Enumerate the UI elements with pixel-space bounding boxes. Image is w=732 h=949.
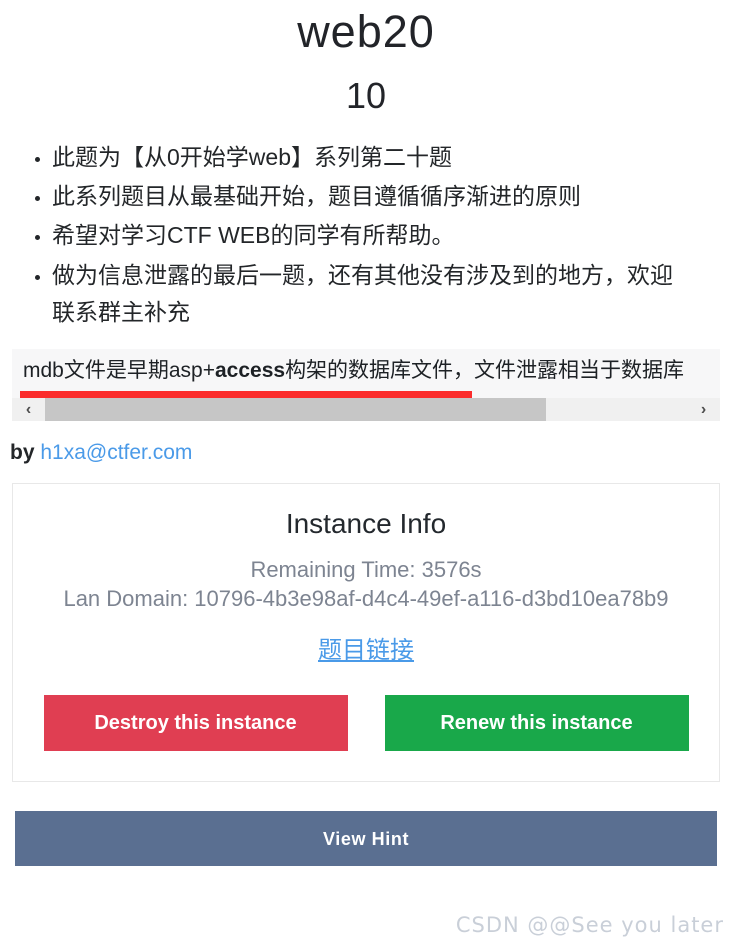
scrollbar-thumb[interactable]	[45, 398, 546, 422]
code-block-text: mdb文件是早期asp+access构架的数据库文件，文件泄露相当于数据库	[12, 349, 720, 393]
code-text-suffix: 构架的数据库文件，文件泄露相当于数据库	[285, 359, 685, 383]
renew-instance-button[interactable]: Renew this instance	[384, 694, 689, 751]
author-line: by h1xa@ctfer.com	[10, 441, 732, 465]
code-block[interactable]: mdb文件是早期asp+access构架的数据库文件，文件泄露相当于数据库 ‹ …	[12, 349, 720, 422]
challenge-page: web20 10 此题为【从0开始学web】系列第二十题 此系列题目从最基础开始…	[0, 0, 732, 949]
lan-domain-text: Lan Domain: 10796-4b3e98af-d4c4-49ef-a11…	[63, 586, 669, 612]
instance-info-heading: Instance Info	[285, 508, 447, 540]
csdn-watermark: CSDN @@See you later	[455, 913, 724, 937]
challenge-link[interactable]: 题目链接	[318, 637, 414, 664]
author-email-link[interactable]: h1xa@ctfer.com	[40, 441, 192, 464]
page-title: web20	[297, 6, 435, 57]
challenge-link-wrap: 题目链接	[29, 630, 703, 665]
scroll-right-arrow-icon[interactable]: ›	[687, 398, 720, 422]
list-item: 做为信息泄露的最后一题，还有其他没有涉及到的地方，欢迎联系群主补充	[52, 257, 692, 332]
list-item: 此题为【从0开始学web】系列第二十题	[52, 139, 692, 176]
list-item: 希望对学习CTF WEB的同学有所帮助。	[52, 217, 692, 254]
horizontal-scrollbar[interactable]: ‹ ›	[12, 398, 720, 422]
code-text-bold: access	[214, 359, 286, 383]
remaining-time-text: Remaining Time: 3576s	[250, 556, 482, 582]
destroy-instance-button[interactable]: Destroy this instance	[43, 694, 348, 751]
code-text-prefix: mdb文件是早期asp+	[23, 359, 215, 383]
challenge-description-list: 此题为【从0开始学web】系列第二十题 此系列题目从最基础开始，题目遵循循序渐进…	[0, 139, 732, 331]
instance-info-card: Instance Info Remaining Time: 3576s Lan …	[12, 483, 720, 782]
scroll-left-arrow-icon[interactable]: ‹	[12, 398, 45, 422]
challenge-score: 10	[345, 74, 387, 116]
list-item: 此系列题目从最基础开始，题目遵循循序渐进的原则	[52, 178, 692, 215]
author-prefix: by	[10, 441, 41, 465]
instance-action-buttons: Destroy this instance Renew this instanc…	[29, 694, 703, 751]
view-hint-button[interactable]: View Hint	[15, 810, 717, 866]
scrollbar-track[interactable]	[45, 398, 687, 422]
